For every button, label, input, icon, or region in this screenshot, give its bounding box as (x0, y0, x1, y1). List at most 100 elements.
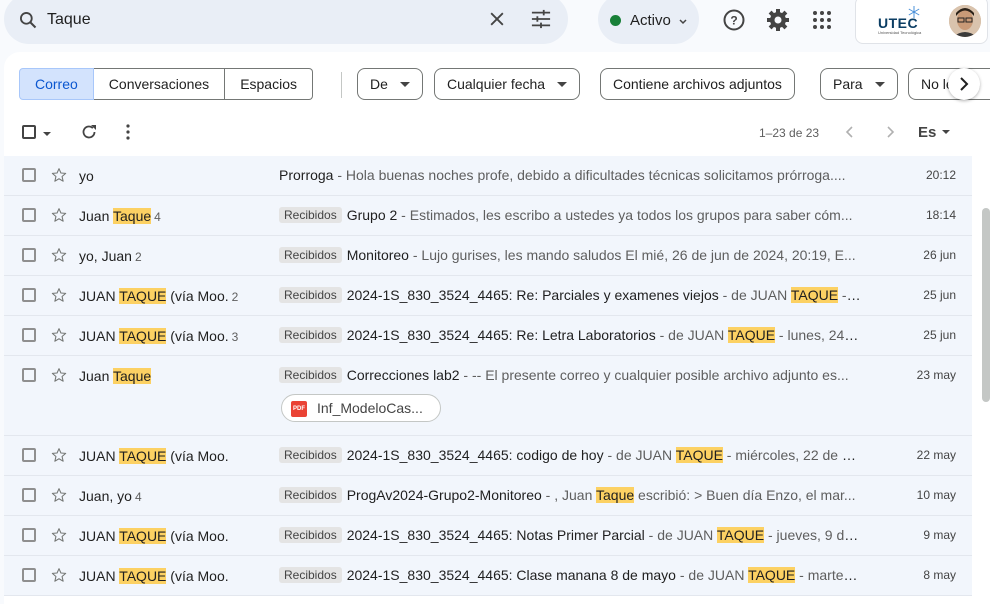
email-subject: Grupo 2 (346, 207, 398, 223)
email-row[interactable]: Juan Taque 4 Recibidos Grupo 2 - Estimados,… (4, 196, 972, 236)
label-badge[interactable]: Recibidos (279, 207, 342, 223)
filter-from-label: De (370, 76, 388, 92)
chevron-down-icon (678, 14, 688, 32)
select-all-checkbox[interactable] (22, 125, 36, 139)
thread-count: 3 (231, 330, 239, 344)
email-row[interactable]: JUAN TAQUE (vía Moo. 2 Recibidos 2024-1S_83… (4, 276, 972, 316)
search-options-icon[interactable] (530, 9, 552, 34)
email-date: 9 may (923, 528, 956, 542)
search-highlight: TAQUE (119, 328, 167, 344)
label-badge[interactable]: Recibidos (279, 527, 342, 543)
star-icon[interactable] (51, 247, 67, 266)
email-content: Recibidos ProgAv2024-Grupo2-Monitoreo - ,… (279, 487, 861, 503)
top-bar: Taque Activo ? UTEC Universidad Tecnológ… (0, 0, 990, 50)
star-icon[interactable] (51, 527, 67, 546)
status-label: Activo (630, 12, 671, 29)
label-badge[interactable]: Recibidos (279, 367, 342, 383)
label-badge[interactable]: Recibidos (279, 247, 342, 263)
email-row[interactable]: yo Prorroga - Hola buenas noches profe, d… (4, 156, 972, 196)
label-badge[interactable]: Recibidos (279, 447, 342, 463)
account-switcher[interactable]: UTEC Universidad Tecnológica (855, 0, 988, 44)
tab-conversaciones[interactable]: Conversaciones (93, 68, 226, 100)
label-badge[interactable]: Recibidos (279, 287, 342, 303)
star-icon[interactable] (51, 167, 67, 186)
email-subject: ProgAv2024-Grupo2-Monitoreo (346, 487, 542, 503)
filter-from[interactable]: De (357, 68, 423, 100)
row-checkbox[interactable] (22, 368, 36, 382)
email-date: 25 jun (923, 328, 956, 342)
org-subtitle: Universidad Tecnológica (878, 30, 922, 35)
email-sender: JUAN TAQUE (vía Moo. (79, 528, 269, 544)
scroll-right-button[interactable] (948, 68, 980, 100)
email-date: 8 may (923, 568, 956, 582)
star-icon[interactable] (51, 567, 67, 586)
sender-part: (vía Moo. (166, 448, 229, 464)
search-highlight: TAQUE (119, 448, 167, 464)
apps-grid-icon[interactable] (810, 8, 834, 32)
email-content: Recibidos 2024-1S_830_3524_4465: Re: Letr… (279, 327, 861, 343)
close-icon[interactable] (487, 9, 507, 34)
filter-to[interactable]: Para (820, 68, 898, 100)
gear-icon[interactable] (766, 8, 790, 32)
refresh-icon[interactable] (80, 123, 98, 146)
row-checkbox[interactable] (22, 568, 36, 582)
email-row[interactable]: JUAN TAQUE (vía Moo. Recibidos 2024-1S_830… (4, 556, 972, 596)
sender-part: Juan (79, 208, 113, 224)
attachment-name: Inf_ModeloCas... (317, 400, 423, 416)
filter-attachments[interactable]: Contiene archivos adjuntos (600, 68, 795, 100)
attachment-chip[interactable]: PDF Inf_ModeloCas... (281, 394, 441, 422)
email-row[interactable]: JUAN TAQUE (vía Moo. Recibidos 2024-1S_830… (4, 516, 972, 556)
next-page-icon[interactable] (884, 125, 896, 144)
row-checkbox[interactable] (22, 528, 36, 542)
status-dot-icon (610, 15, 621, 26)
avatar[interactable] (949, 5, 981, 37)
search-input[interactable]: Taque (47, 11, 91, 29)
label-badge[interactable]: Recibidos (279, 327, 342, 343)
email-content: Recibidos 2024-1S_830_3524_4465: Re: Parc… (279, 287, 861, 303)
star-icon[interactable] (51, 327, 67, 346)
email-row[interactable]: JUAN TAQUE (vía Moo. Recibidos 2024-1S_830… (4, 436, 972, 476)
email-subject: 2024-1S_830_3524_4465: Clase manana 8 de… (346, 567, 676, 583)
email-content: Prorroga - Hola buenas noches profe, deb… (279, 167, 861, 183)
star-icon[interactable] (51, 447, 67, 466)
scrollbar[interactable] (982, 208, 990, 402)
star-icon[interactable] (51, 287, 67, 306)
prev-page-icon[interactable] (844, 125, 856, 144)
language-selector[interactable]: Es (918, 124, 951, 141)
star-icon[interactable] (51, 367, 67, 386)
email-row[interactable]: Juan Taque Recibidos Correcciones lab2 - -… (4, 356, 972, 436)
pdf-icon: PDF (291, 401, 307, 417)
select-menu-chevron-icon[interactable] (42, 126, 52, 144)
thread-count: 2 (231, 290, 239, 304)
more-options-icon[interactable] (122, 123, 134, 146)
row-checkbox[interactable] (22, 248, 36, 262)
sender-part: JUAN (79, 568, 120, 584)
email-snippet: - -- El presente correo y cualquier posi… (459, 367, 849, 383)
email-row[interactable]: Juan, yo 4 Recibidos ProgAv2024-Grupo2-Moni… (4, 476, 972, 516)
email-snippet: - l... (841, 287, 861, 303)
help-icon[interactable]: ? (722, 8, 746, 32)
search-icon[interactable] (18, 10, 38, 35)
row-checkbox[interactable] (22, 328, 36, 342)
row-checkbox[interactable] (22, 208, 36, 222)
caret-down-icon (874, 82, 885, 87)
tab-espacios[interactable]: Espacios (225, 68, 313, 100)
status-selector[interactable]: Activo (598, 0, 699, 44)
svg-text:?: ? (730, 14, 737, 28)
email-row[interactable]: JUAN TAQUE (vía Moo. 3 Recibidos 2024-1S_83… (4, 316, 972, 356)
email-snippet: - miércoles, 22 de m... (722, 447, 861, 463)
row-checkbox[interactable] (22, 448, 36, 462)
divider (341, 72, 342, 98)
label-badge[interactable]: Recibidos (279, 487, 342, 503)
filter-date[interactable]: Cualquier fecha (434, 68, 581, 100)
tab-correo[interactable]: Correo (19, 68, 94, 100)
search-bar[interactable]: Taque (4, 0, 568, 44)
email-row[interactable]: yo, Juan 2 Recibidos Monitoreo - Lujo guris… (4, 236, 972, 276)
row-checkbox[interactable] (22, 288, 36, 302)
row-checkbox[interactable] (22, 488, 36, 502)
star-icon[interactable] (51, 487, 67, 506)
label-badge[interactable]: Recibidos (279, 567, 342, 583)
email-sender: yo, Juan 2 (79, 248, 269, 264)
star-icon[interactable] (51, 207, 67, 226)
row-checkbox[interactable] (22, 168, 36, 182)
